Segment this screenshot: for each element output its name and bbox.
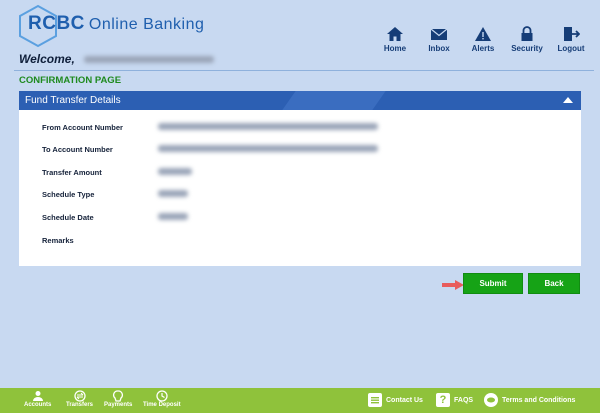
logout-icon: [564, 27, 580, 41]
footer-faqs[interactable]: ? FAQS: [436, 393, 473, 407]
rcbc-logo[interactable]: RCBC Online Banking: [16, 4, 216, 48]
nav-home[interactable]: Home: [380, 26, 410, 53]
footer-time-deposit[interactable]: Time Deposit: [143, 390, 181, 408]
field-label: From Account Number: [42, 123, 123, 132]
submit-button[interactable]: Submit: [463, 273, 523, 294]
welcome-message: Welcome,: [19, 52, 215, 66]
footer-contact-us[interactable]: Contact Us: [368, 393, 423, 407]
terms-icon: [484, 393, 498, 407]
welcome-label: Welcome,: [19, 52, 75, 66]
nav-security[interactable]: Security: [511, 26, 543, 53]
mail-icon: [430, 28, 448, 40]
field-label: To Account Number: [42, 145, 113, 154]
nav-logout-label: Logout: [557, 44, 585, 53]
from-account-value-redacted: [158, 123, 378, 130]
header-divider: [14, 70, 594, 71]
field-from-account: From Account Number: [42, 123, 378, 132]
footer-transfers[interactable]: Transfers: [66, 390, 93, 408]
time-deposit-icon: [156, 390, 168, 402]
panel-title: Fund Transfer Details: [25, 95, 121, 106]
fund-transfer-panel: Fund Transfer Details From Account Numbe…: [19, 91, 581, 266]
field-label: Transfer Amount: [42, 168, 102, 177]
footer-accounts[interactable]: Accounts: [24, 390, 51, 408]
panel-header[interactable]: Fund Transfer Details: [19, 91, 581, 110]
field-label: Schedule Date: [42, 213, 94, 222]
nav-logout[interactable]: Logout: [556, 26, 586, 53]
accounts-icon: [32, 391, 43, 401]
field-label: Remarks: [42, 236, 74, 245]
nav-inbox-label: Inbox: [428, 44, 450, 53]
field-schedule-type: Schedule Type: [42, 190, 188, 199]
field-schedule-date: Schedule Date: [42, 213, 188, 222]
nav-inbox[interactable]: Inbox: [424, 26, 454, 53]
top-nav: Home Inbox Alerts Security Logout: [380, 26, 586, 53]
header-stripe: [282, 91, 386, 110]
transfers-icon: [73, 390, 86, 402]
lock-icon: [521, 26, 533, 41]
pointer-arrow-icon: [442, 280, 464, 290]
footer-faqs-label: FAQS: [454, 396, 474, 404]
contact-icon: [368, 393, 382, 407]
footer-transfers-label: Transfers: [66, 402, 94, 408]
nav-security-label: Security: [511, 44, 543, 53]
faq-icon: ?: [436, 393, 450, 407]
footer-bar: Accounts Transfers Payments Time Deposit…: [0, 388, 600, 413]
footer-terms[interactable]: Terms and Conditions: [484, 393, 575, 407]
field-label: Schedule Type: [42, 190, 95, 199]
collapse-arrow-icon[interactable]: [563, 97, 573, 103]
nav-home-label: Home: [383, 44, 407, 53]
footer-time-deposit-label: Time Deposit: [143, 402, 181, 408]
footer-payments-label: Payments: [104, 402, 133, 408]
header: RCBC Online Banking Welcome, Home Inbox A…: [0, 0, 600, 72]
payments-icon: [113, 390, 124, 402]
alert-icon: [475, 27, 491, 41]
brand-product: Online Banking: [88, 16, 205, 33]
transfer-amount-value-redacted: [158, 168, 192, 175]
field-transfer-amount: Transfer Amount: [42, 168, 192, 177]
footer-payments[interactable]: Payments: [104, 390, 132, 408]
home-icon: [387, 27, 403, 41]
nav-alerts-label: Alerts: [471, 44, 495, 53]
page-title: CONFIRMATION PAGE: [19, 75, 122, 86]
field-remarks: Remarks: [42, 236, 74, 245]
footer-contact-label: Contact Us: [386, 396, 423, 404]
nav-alerts[interactable]: Alerts: [468, 26, 498, 53]
footer-accounts-label: Accounts: [24, 402, 52, 408]
footer-terms-label: Terms and Conditions: [502, 396, 576, 404]
brand-name: RCBC: [28, 13, 85, 34]
schedule-type-value-redacted: [158, 190, 188, 197]
customer-name-redacted: [84, 56, 215, 64]
field-to-account: To Account Number: [42, 145, 378, 154]
to-account-value-redacted: [158, 145, 378, 152]
schedule-date-value-redacted: [158, 213, 188, 220]
back-button[interactable]: Back: [528, 273, 580, 294]
